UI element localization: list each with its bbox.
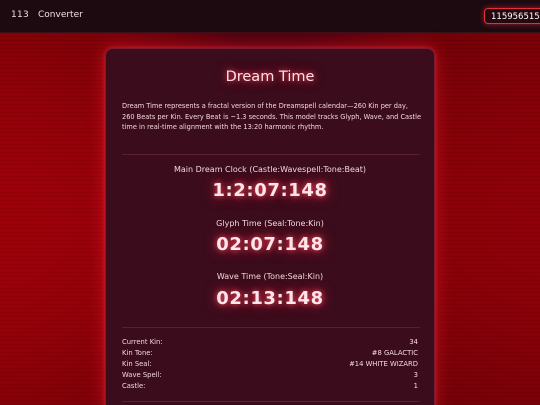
nav-converter-link[interactable]: Converter	[38, 10, 83, 20]
current-kin-value: 34	[409, 338, 418, 346]
main-clock-label: Main Dream Clock (Castle:Wavespell:Tone:…	[173, 165, 367, 174]
current-kin-label: Current Kin:	[122, 338, 163, 346]
kin-tone-label: Kin Tone:	[122, 349, 153, 357]
divider	[122, 401, 420, 402]
glyph-time-label: Glyph Time (Seal:Tone:Kin)	[216, 219, 324, 228]
wave-time-label: Wave Time (Tone:Seal:Kin)	[216, 272, 324, 281]
castle-value: 1	[413, 382, 418, 390]
wave-time-value: 02:13:148	[216, 288, 324, 309]
nav-kin-number[interactable]: 113	[11, 10, 29, 20]
card-description: Dream Time represents a fractal version …	[122, 102, 421, 131]
divider	[122, 154, 420, 155]
kin-tone-value: #8 GALACTIC	[371, 349, 418, 357]
beat-counter-badge: 1159565155	[484, 8, 540, 24]
castle-label: Castle:	[122, 382, 146, 390]
divider	[122, 327, 420, 328]
kin-seal-value: #14 WHITE WIZARD	[349, 360, 418, 368]
wave-spell-label: Wave Spell:	[122, 371, 162, 379]
main-clock-value: 1:2:07:148	[212, 180, 328, 201]
card-title: Dream Time	[225, 69, 315, 85]
glyph-time-value: 02:07:148	[216, 234, 324, 255]
top-navbar: 113 Converter 1159565155	[0, 0, 540, 33]
kin-seal-label: Kin Seal:	[122, 360, 152, 368]
wave-spell-value: 3	[413, 371, 418, 379]
dream-time-card: Dream Time Dream Time represents a fract…	[105, 48, 435, 405]
